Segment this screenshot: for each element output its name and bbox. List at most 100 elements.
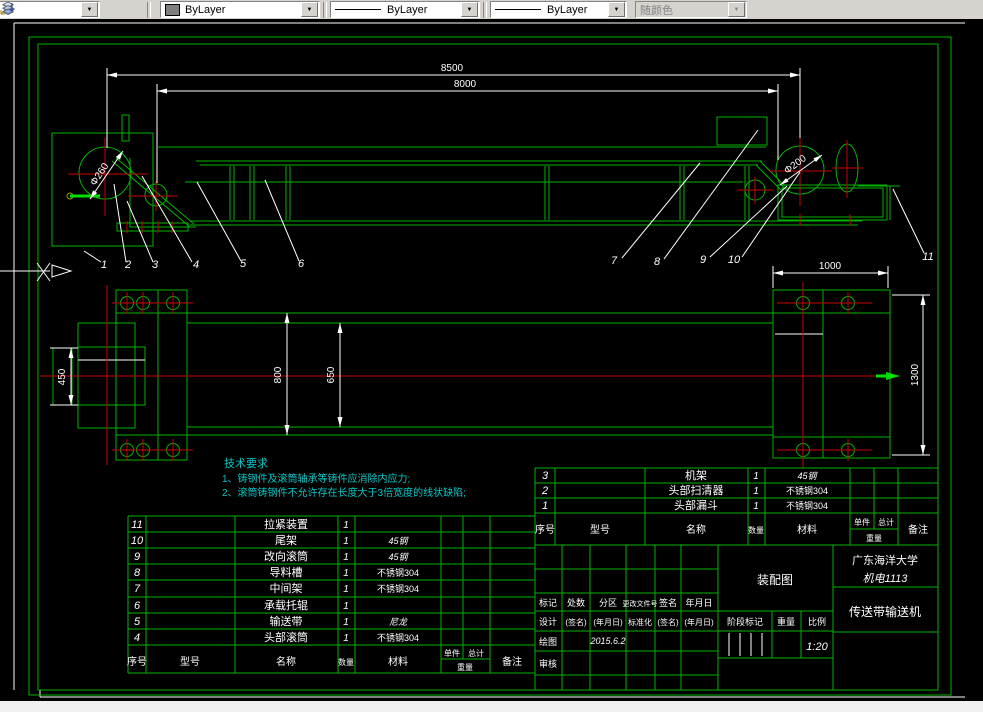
- make-object-layer-current-button[interactable]: [0, 0, 122, 19]
- bom-cell-name: 改向滚筒: [264, 549, 308, 563]
- bom-cell-name: 尾架: [275, 534, 297, 547]
- bom-cell-no: 2: [541, 485, 548, 497]
- bom-cell-material: 不锈钢304: [786, 500, 828, 511]
- bom-header-no: 序号: [535, 523, 555, 536]
- balloon-10: 10: [728, 254, 741, 266]
- balloon-3: 3: [152, 259, 159, 271]
- bom-header-remark: 备注: [502, 655, 522, 668]
- tb-check-label: 审核: [539, 658, 557, 669]
- dim-800-label: 800: [273, 366, 284, 383]
- linetype-sample: [335, 9, 381, 10]
- plan-view-centerlines: [40, 282, 886, 468]
- bom-cell-material: 不锈钢304: [377, 583, 419, 594]
- bom-cell-material: 45钢: [388, 552, 409, 562]
- bom-cell-material: 45钢: [797, 471, 818, 481]
- bom-header-unit: 单件: [854, 517, 870, 527]
- dimensions: 8500 8000 1000 450 800 650 1300 Φ260 Φ20: [50, 63, 930, 456]
- toolbar-separator: [483, 1, 487, 18]
- bom-header-total: 总计: [878, 517, 894, 527]
- chevron-down-icon[interactable]: ▼: [301, 2, 318, 17]
- bom-header-no: 序号: [127, 655, 147, 668]
- bom-cell-qty: 1: [343, 520, 349, 531]
- layer-previous-button[interactable]: [2, 0, 144, 19]
- bom-cell-no: 1: [542, 500, 548, 512]
- dim-1000-label: 1000: [819, 261, 842, 272]
- bom-cell-no: 7: [134, 583, 141, 595]
- tb-standard-label: 标准化: [628, 617, 652, 627]
- tb-drawing-title: 传送带输送机: [849, 604, 921, 619]
- chevron-down-icon[interactable]: ▼: [81, 2, 98, 17]
- tb-mark: 标记: [539, 597, 557, 608]
- balloon-8: 8: [654, 256, 661, 268]
- tb-date: 年月日: [685, 597, 712, 608]
- tb-count: 处数: [567, 597, 585, 608]
- bom-cell-no: 4: [134, 632, 140, 644]
- bom-cell-no: 8: [134, 567, 141, 579]
- lineweight-value: ByLayer: [547, 3, 588, 16]
- bom-cell-qty: 1: [753, 471, 759, 482]
- bom-cell-material: 45钢: [388, 536, 409, 546]
- stage-mark-dividers: [728, 633, 763, 656]
- lineweight-sample: [495, 9, 541, 10]
- balloon-1: 1: [101, 259, 107, 271]
- bom-cell-material: 不锈钢304: [786, 485, 828, 496]
- lineweight-control-combo[interactable]: ByLayer ▼: [490, 1, 627, 18]
- linetype-control-combo[interactable]: ByLayer ▼: [330, 1, 480, 18]
- bom-cell-no: 3: [542, 470, 549, 482]
- tb-zone: 分区: [599, 598, 617, 608]
- dim-8500-label: 8500: [441, 63, 464, 74]
- bom-cell-name: 输送带: [270, 614, 303, 628]
- title-block: 标记 处数 分区 更改文件号 签名 年月日 设计 (签名) (年月日) 标准化 …: [535, 545, 938, 690]
- bom-header-name: 名称: [276, 655, 296, 668]
- bom-header-name: 名称: [686, 523, 706, 536]
- bom-header-qty: 数量: [748, 525, 764, 535]
- bom-header-unit: 单件: [444, 648, 460, 658]
- bom-header-material: 材料: [388, 655, 408, 668]
- dim-8000-label: 8000: [454, 79, 477, 90]
- bom-header-total: 总计: [468, 648, 484, 658]
- bom-cell-qty: 1: [753, 486, 759, 497]
- toolbar-separator: [147, 1, 151, 18]
- balloon-11: 11: [922, 251, 933, 263]
- cad-application-window: ▼ ByLayer ▼ ByLayer ▼ ByLayer ▼ 随颜色 ▼ 85…: [0, 0, 983, 712]
- balloon-5: 5: [240, 258, 247, 270]
- bom-header-material: 材料: [797, 523, 817, 536]
- color-control-combo[interactable]: ByLayer ▼: [160, 1, 320, 18]
- tb-sign: 签名: [659, 597, 677, 608]
- bom-cell-no: 10: [131, 535, 144, 547]
- bom-cell-qty: 1: [343, 601, 349, 612]
- layer-previous-icon: [2, 1, 15, 15]
- tech-req-title: 技术要求: [224, 457, 268, 470]
- dim-650-label: 650: [326, 366, 337, 383]
- bom-cell-material: 尼龙: [389, 617, 408, 627]
- tb-sign-hint: (签名): [657, 617, 679, 627]
- tb-sign-hint: (签名): [565, 617, 587, 627]
- bom-cell-qty: 1: [753, 501, 759, 512]
- plot-style-value: 随颜色: [640, 4, 673, 17]
- balloon-4: 4: [193, 259, 199, 271]
- technical-requirements: 技术要求 1、铸钢件及滚筒轴承等铸件应消除内应力; 2、滚筒铸钢件不允许存在长度…: [222, 457, 466, 499]
- color-value: ByLayer: [185, 3, 226, 16]
- bom-cell-qty: 1: [343, 568, 349, 579]
- bom-cell-name: 头部扫清器: [669, 483, 724, 497]
- bom-cell-no: 9: [134, 551, 140, 563]
- tb-scale-value: 1:20: [806, 641, 828, 653]
- bom-left-table: 11 拉紧装置 1 10 尾架 1 45钢 9 改向滚筒 1 45钢 8 导料槽…: [127, 515, 535, 674]
- side-view-linework: [51, 114, 900, 247]
- dim-1300-label: 1300: [910, 363, 921, 386]
- drawing-canvas[interactable]: 8500 8000 1000 450 800 650 1300 Φ260 Φ20: [0, 0, 983, 712]
- bom-cell-name: 中间架: [270, 582, 303, 595]
- tb-date-hint: (年月日): [684, 617, 714, 627]
- dim-450-label: 450: [57, 368, 68, 385]
- bom-cell-name: 头部漏斗: [674, 498, 718, 512]
- balloon-9: 9: [700, 254, 706, 266]
- bom-header-remark: 备注: [908, 523, 928, 536]
- chevron-down-icon[interactable]: ▼: [608, 2, 625, 17]
- bom-cell-qty: 1: [343, 552, 349, 563]
- plot-style-combo: 随颜色 ▼: [635, 1, 747, 18]
- bom-cell-name: 头部滚筒: [264, 630, 308, 644]
- linetype-value: ByLayer: [387, 3, 428, 16]
- bom-cell-name: 导料槽: [270, 565, 303, 579]
- chevron-down-icon[interactable]: ▼: [461, 2, 478, 17]
- tb-design-label: 设计: [539, 616, 557, 627]
